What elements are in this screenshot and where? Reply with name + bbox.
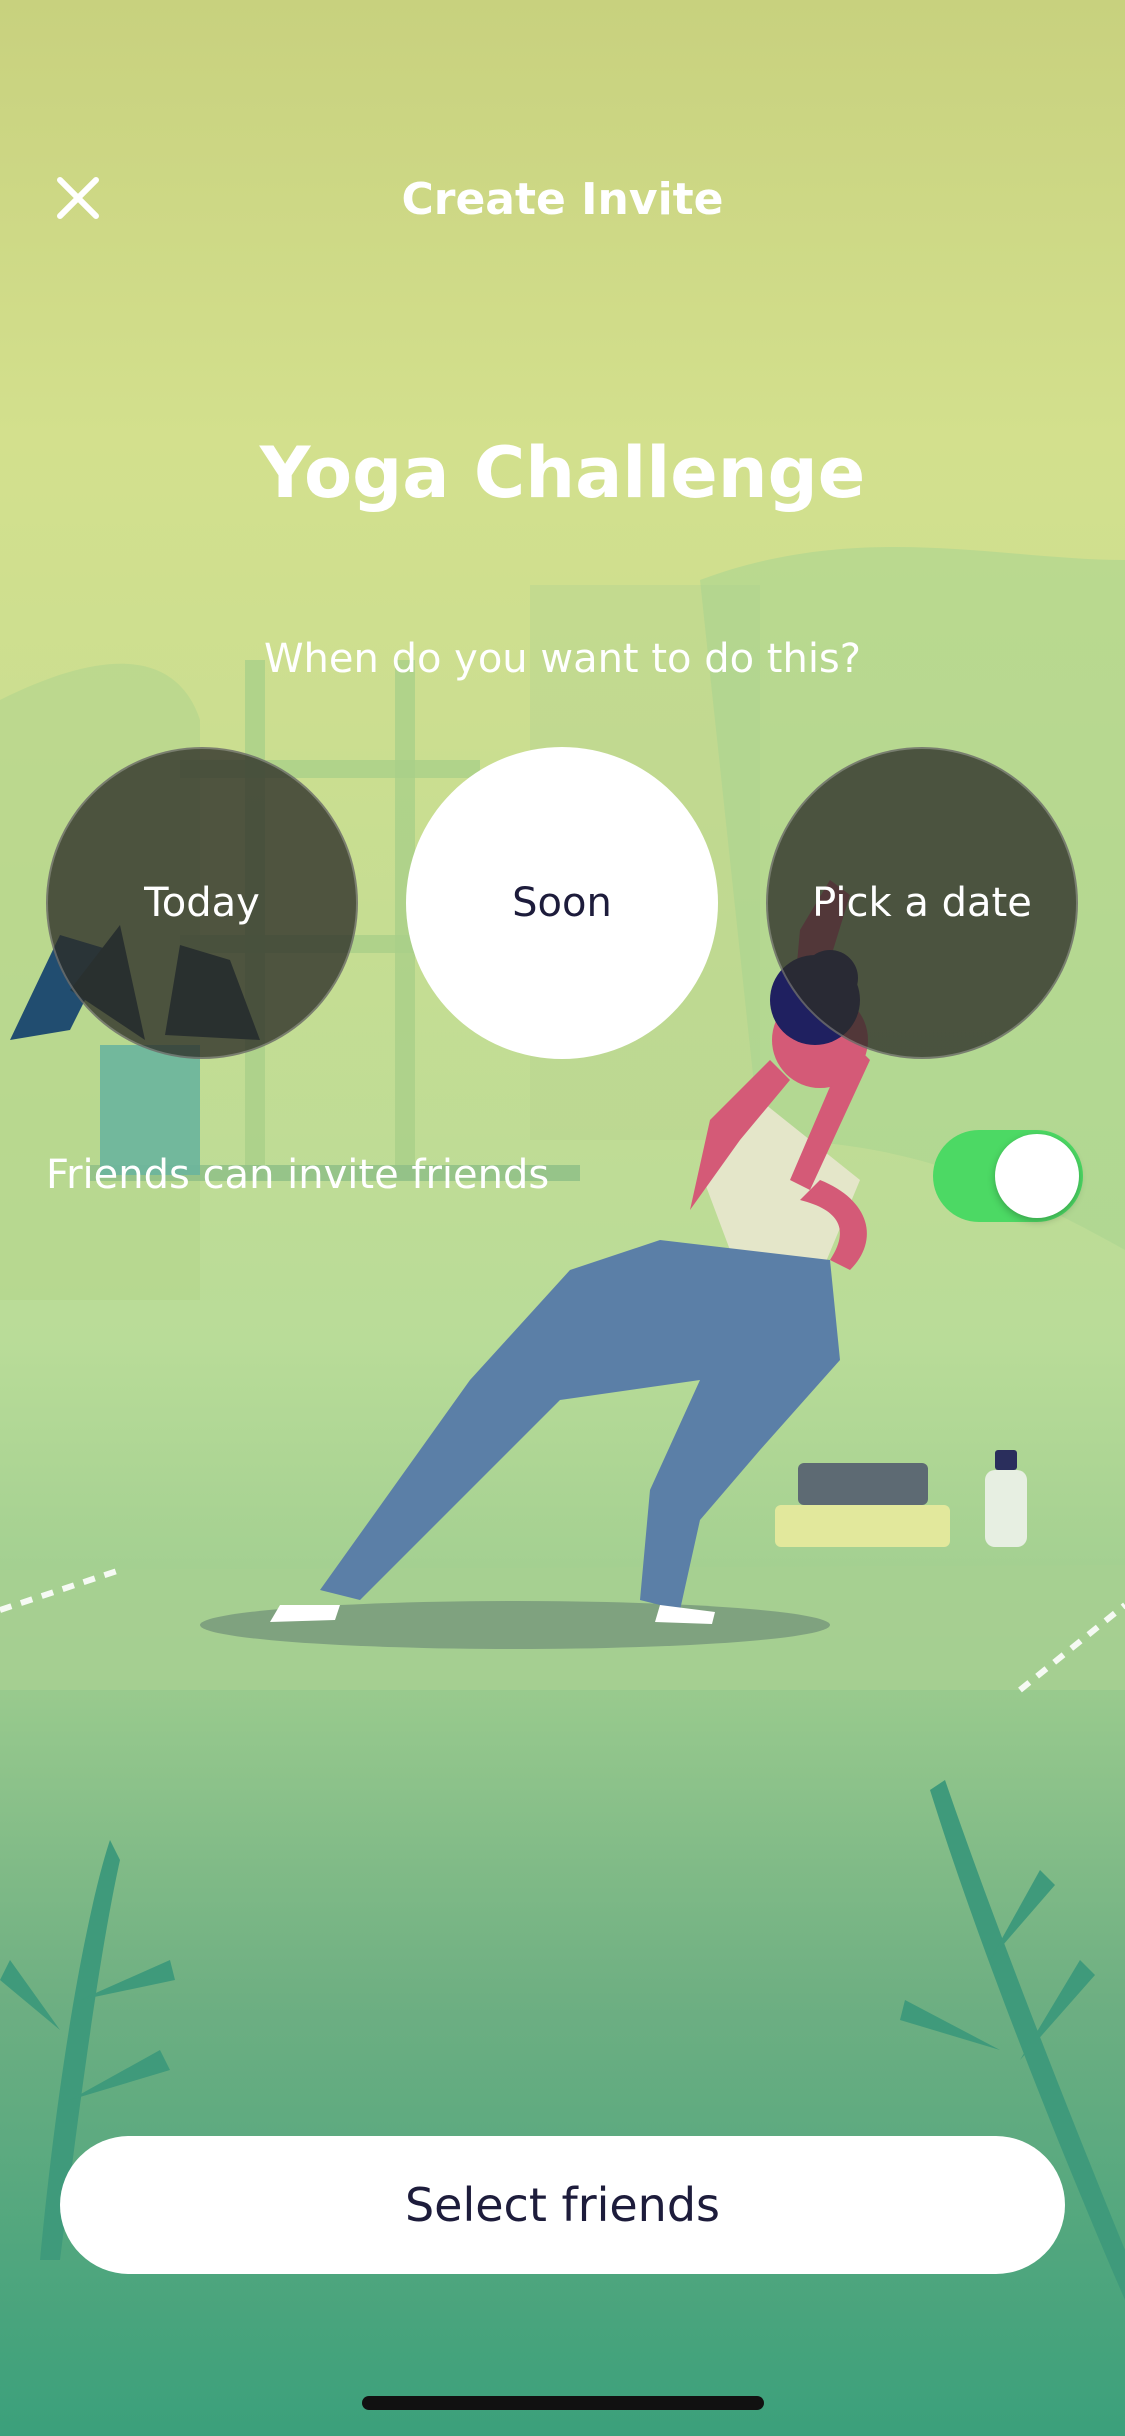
option-today-label: Today [144, 880, 260, 926]
friends-invite-toggle[interactable] [933, 1130, 1083, 1222]
option-pick-a-date[interactable]: Pick a date [766, 747, 1078, 1059]
select-friends-button[interactable]: Select friends [60, 2136, 1065, 2274]
option-pick-a-date-label: Pick a date [812, 880, 1032, 926]
option-soon-label: Soon [512, 880, 612, 926]
page-title: Yoga Challenge [259, 432, 866, 514]
nav-title: Create Invite [401, 174, 724, 225]
friends-invite-label: Friends can invite friends [46, 1152, 550, 1198]
select-friends-label: Select friends [404, 2178, 721, 2232]
yoga-background-illustration [0, 546, 1125, 2300]
toggle-knob [995, 1134, 1079, 1218]
option-today[interactable]: Today [46, 747, 358, 1059]
create-invite-screen: Create Invite Yoga Challenge When do you… [0, 0, 1125, 2436]
option-soon[interactable]: Soon [406, 747, 718, 1059]
home-indicator [362, 2396, 764, 2410]
date-question: When do you want to do this? [263, 636, 861, 682]
